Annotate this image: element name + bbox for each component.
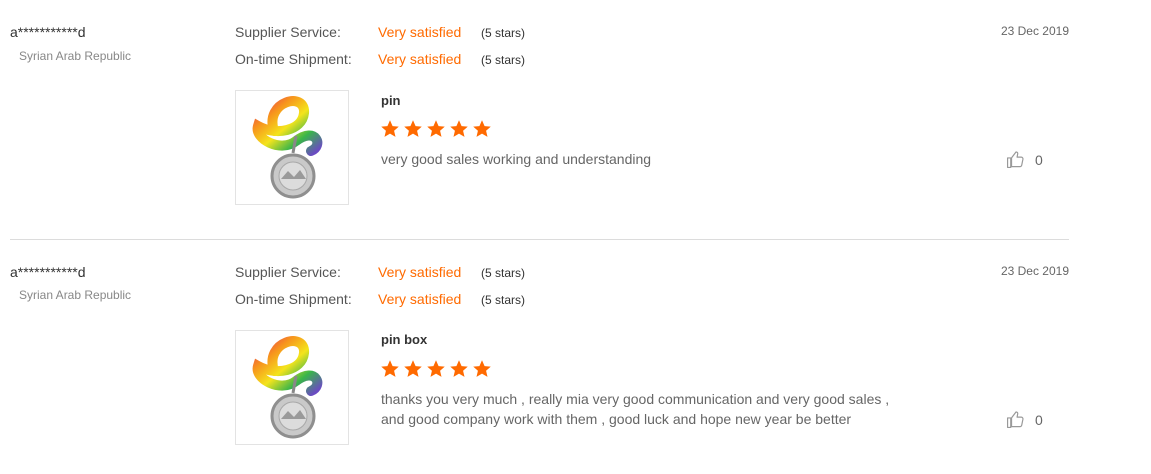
thumbs-up-icon xyxy=(1006,151,1024,169)
review-date: 23 Dec 2019 xyxy=(1000,264,1069,278)
star-icon xyxy=(473,120,491,137)
supplier-service-label: Supplier Service: xyxy=(235,24,341,40)
like-count: 0 xyxy=(1035,151,1043,168)
buyer-name: a***********d xyxy=(10,24,86,40)
product-thumbnail[interactable] xyxy=(235,90,349,205)
product-thumbnail[interactable] xyxy=(235,330,349,445)
star-icon xyxy=(381,360,399,377)
star-icon xyxy=(473,360,491,377)
supplier-service-value: Very satisfied xyxy=(378,24,462,40)
review-comment-line: thanks you very much , really mia very g… xyxy=(381,391,890,407)
like-button[interactable]: 0 xyxy=(1006,150,1043,169)
star-icon xyxy=(404,120,422,137)
supplier-service-label: Supplier Service: xyxy=(235,264,341,280)
star-icon xyxy=(427,120,445,137)
star-icon xyxy=(427,360,445,377)
buyer-country: Syrian Arab Republic xyxy=(19,49,132,63)
supplier-service-value: Very satisfied xyxy=(378,264,462,280)
review-comment: very good sales working and understandin… xyxy=(381,151,652,167)
buyer-country: Syrian Arab Republic xyxy=(19,288,132,302)
buyer-name: a***********d xyxy=(10,264,86,280)
supplier-service-stars: (5 stars) xyxy=(481,26,526,40)
star-icon xyxy=(450,360,468,377)
shipment-label: On-time Shipment: xyxy=(235,51,352,67)
medal-image xyxy=(252,96,323,199)
shipment-stars: (5 stars) xyxy=(481,293,526,307)
shipment-stars: (5 stars) xyxy=(481,53,526,67)
rating-stars xyxy=(380,359,492,379)
like-count: 0 xyxy=(1035,411,1043,428)
review-divider xyxy=(10,239,1069,240)
rating-stars xyxy=(380,119,492,139)
shipment-value: Very satisfied xyxy=(378,291,462,307)
review-comment: thanks you very much , really mia very g… xyxy=(381,389,961,429)
star-icon xyxy=(404,360,422,377)
shipment-value: Very satisfied xyxy=(378,51,462,67)
review-date: 23 Dec 2019 xyxy=(1000,24,1069,38)
supplier-service-stars: (5 stars) xyxy=(481,266,526,280)
product-name: pin xyxy=(381,93,401,108)
product-name: pin box xyxy=(381,332,428,347)
star-icon xyxy=(450,120,468,137)
medal-image xyxy=(252,336,323,439)
like-button[interactable]: 0 xyxy=(1006,410,1043,429)
thumbs-up-icon xyxy=(1006,411,1024,429)
shipment-label: On-time Shipment: xyxy=(235,291,352,307)
review-comment-line: and good company work with them , good l… xyxy=(381,411,852,427)
star-icon xyxy=(381,120,399,137)
